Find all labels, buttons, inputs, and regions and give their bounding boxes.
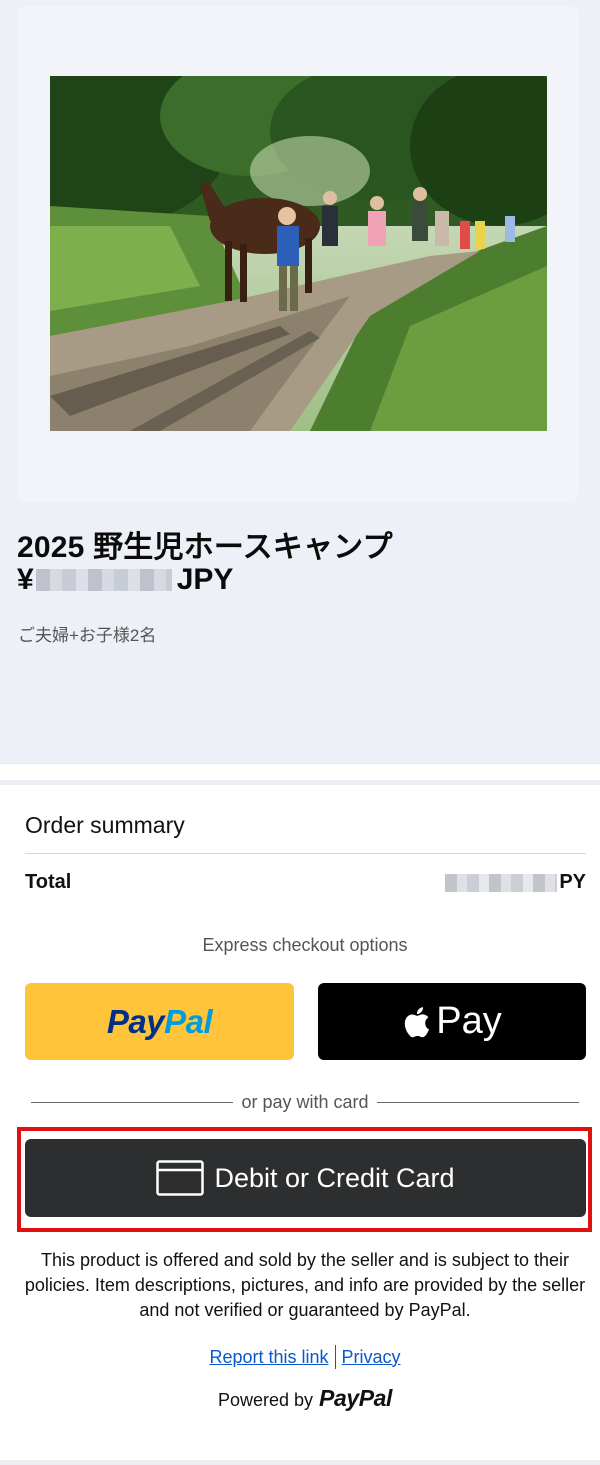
price-currency: JPY — [176, 563, 234, 596]
section-divider — [0, 763, 600, 785]
summary-divider — [25, 853, 586, 854]
total-label: Total — [25, 871, 72, 893]
credit-card-icon — [156, 1160, 205, 1196]
powered-by: Powered by PayPal — [0, 1385, 600, 1412]
total-redacted — [445, 873, 558, 892]
link-separator — [334, 1345, 336, 1369]
product-section: 2025 野生児ホースキャンプ ¥ JPY ご夫婦+お子様2名 — [0, 0, 600, 763]
apple-pay-label: Pay — [436, 1000, 502, 1042]
total-currency: PY — [559, 871, 586, 893]
powered-by-text: Powered by — [217, 1390, 313, 1410]
or-line-left — [31, 1101, 234, 1103]
bottom-divider — [0, 1460, 600, 1465]
or-line-right — [376, 1101, 579, 1103]
price-redacted — [35, 569, 172, 591]
debit-credit-card-button[interactable]: Debit or Credit Card — [25, 1139, 586, 1217]
or-text: or pay with card — [241, 1091, 369, 1112]
product-title: 2025 野生児ホースキャンプ — [17, 531, 393, 564]
card-button-label: Debit or Credit Card — [214, 1162, 455, 1193]
report-link[interactable]: Report this link — [209, 1347, 328, 1368]
paypal-logo: PayPal — [106, 1002, 213, 1041]
order-summary-heading: Order summary — [25, 812, 185, 838]
horse-camp-photo — [50, 76, 547, 431]
paypal-logo-pal: Pal — [164, 1002, 213, 1040]
powered-by-paypal-logo: PayPal — [319, 1385, 393, 1411]
paypal-button[interactable]: PayPal — [25, 983, 294, 1060]
paypal-logo-pay: Pay — [106, 1002, 165, 1040]
express-checkout-label: Express checkout options — [202, 935, 408, 955]
product-photo — [50, 76, 547, 431]
or-divider: or pay with card — [31, 1091, 579, 1113]
price-prefix: ¥ — [17, 563, 34, 596]
apple-icon — [405, 1006, 430, 1037]
product-price: ¥ JPY — [17, 563, 233, 597]
apple-pay-button[interactable]: Pay — [318, 983, 586, 1060]
product-description: ご夫婦+お子様2名 — [18, 626, 157, 645]
seller-disclaimer: This product is offered and sold by the … — [24, 1250, 586, 1320]
privacy-link[interactable]: Privacy — [342, 1347, 401, 1368]
total-value: PY — [445, 871, 586, 894]
footer-links: Report this link Privacy — [0, 1345, 600, 1369]
product-image-card — [17, 6, 579, 502]
